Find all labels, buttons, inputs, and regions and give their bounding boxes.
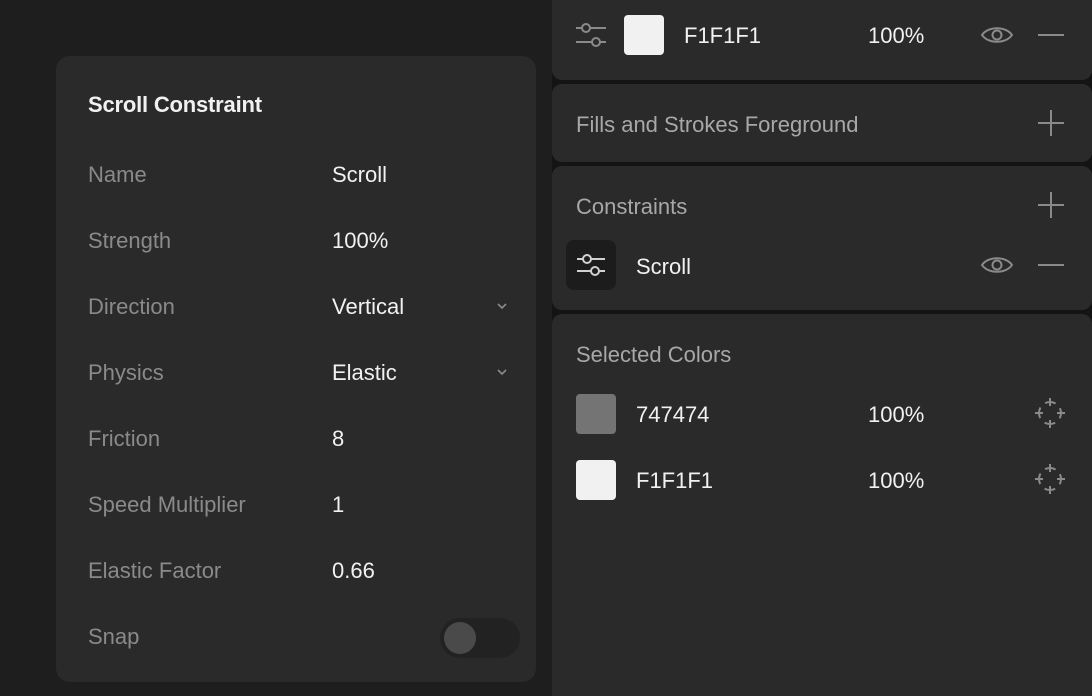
inspector-panel: F1F1F1 100% Fills and Strokes Foreground…	[552, 0, 1092, 696]
fill-section: F1F1F1 100%	[552, 0, 1092, 80]
constraint-icon-tile[interactable]	[566, 240, 616, 290]
name-value[interactable]: Scroll	[332, 162, 387, 188]
crosshair-icon[interactable]	[1034, 463, 1066, 495]
snap-row[interactable]: Snap	[88, 616, 520, 658]
friction-label: Friction	[88, 426, 161, 451]
elastic-factor-label: Elastic Factor	[88, 558, 222, 583]
speed-multiplier-label: Speed Multiplier	[88, 492, 246, 517]
name-row[interactable]: Name Scroll	[88, 154, 512, 194]
color-swatch[interactable]	[576, 394, 616, 434]
friction-value[interactable]: 8	[332, 426, 344, 452]
add-fill-stroke-icon[interactable]	[1038, 110, 1064, 136]
selected-colors-title: Selected Colors	[576, 342, 732, 367]
friction-row[interactable]: Friction 8	[88, 418, 512, 458]
constraints-title: Constraints	[576, 194, 688, 219]
color-swatch[interactable]	[576, 460, 616, 500]
strength-label: Strength	[88, 228, 172, 253]
name-label: Name	[88, 162, 147, 187]
direction-row[interactable]: Direction Vertical	[88, 286, 512, 326]
snap-toggle[interactable]	[440, 618, 520, 658]
speed-multiplier-row[interactable]: Speed Multiplier 1	[88, 484, 512, 524]
sliders-icon	[577, 254, 605, 276]
direction-select[interactable]: Vertical	[332, 294, 404, 320]
snap-label: Snap	[88, 624, 140, 649]
chevron-down-icon[interactable]	[496, 366, 508, 378]
direction-label: Direction	[88, 294, 175, 319]
fill-opacity[interactable]: 100%	[868, 23, 924, 49]
scroll-constraint-popover: Scroll Constraint Name Scroll Strength 1…	[56, 56, 536, 682]
color-hex[interactable]: 747474	[636, 402, 709, 428]
constraint-name[interactable]: Scroll	[636, 254, 691, 280]
physics-select[interactable]: Elastic	[332, 360, 397, 386]
remove-constraint-icon[interactable]	[1038, 264, 1064, 266]
color-hex[interactable]: F1F1F1	[636, 468, 713, 494]
color-opacity[interactable]: 100%	[868, 402, 924, 428]
eye-icon[interactable]	[980, 254, 1014, 276]
strength-row[interactable]: Strength 100%	[88, 220, 512, 260]
color-opacity[interactable]: 100%	[868, 468, 924, 494]
chevron-down-icon[interactable]	[496, 300, 508, 312]
elastic-factor-row[interactable]: Elastic Factor 0.66	[88, 550, 512, 590]
selected-colors-section: Selected Colors 747474 100% F1F1F1 100%	[552, 314, 1092, 696]
toggle-knob	[444, 622, 476, 654]
add-constraint-icon[interactable]	[1038, 192, 1064, 218]
speed-multiplier-value[interactable]: 1	[332, 492, 344, 518]
sliders-icon[interactable]	[574, 20, 608, 50]
fill-hex[interactable]: F1F1F1	[684, 23, 761, 49]
crosshair-icon[interactable]	[1034, 397, 1066, 429]
strength-value[interactable]: 100%	[332, 228, 388, 254]
fills-strokes-foreground-section: Fills and Strokes Foreground	[552, 84, 1092, 162]
popover-title: Scroll Constraint	[88, 92, 262, 117]
eye-icon[interactable]	[980, 24, 1014, 46]
elastic-factor-value[interactable]: 0.66	[332, 558, 375, 584]
fill-color-swatch[interactable]	[624, 15, 664, 55]
physics-row[interactable]: Physics Elastic	[88, 352, 512, 392]
fills-strokes-title: Fills and Strokes Foreground	[576, 112, 859, 137]
constraints-section: Constraints Scroll	[552, 166, 1092, 310]
remove-fill-icon[interactable]	[1038, 34, 1064, 36]
physics-label: Physics	[88, 360, 164, 385]
